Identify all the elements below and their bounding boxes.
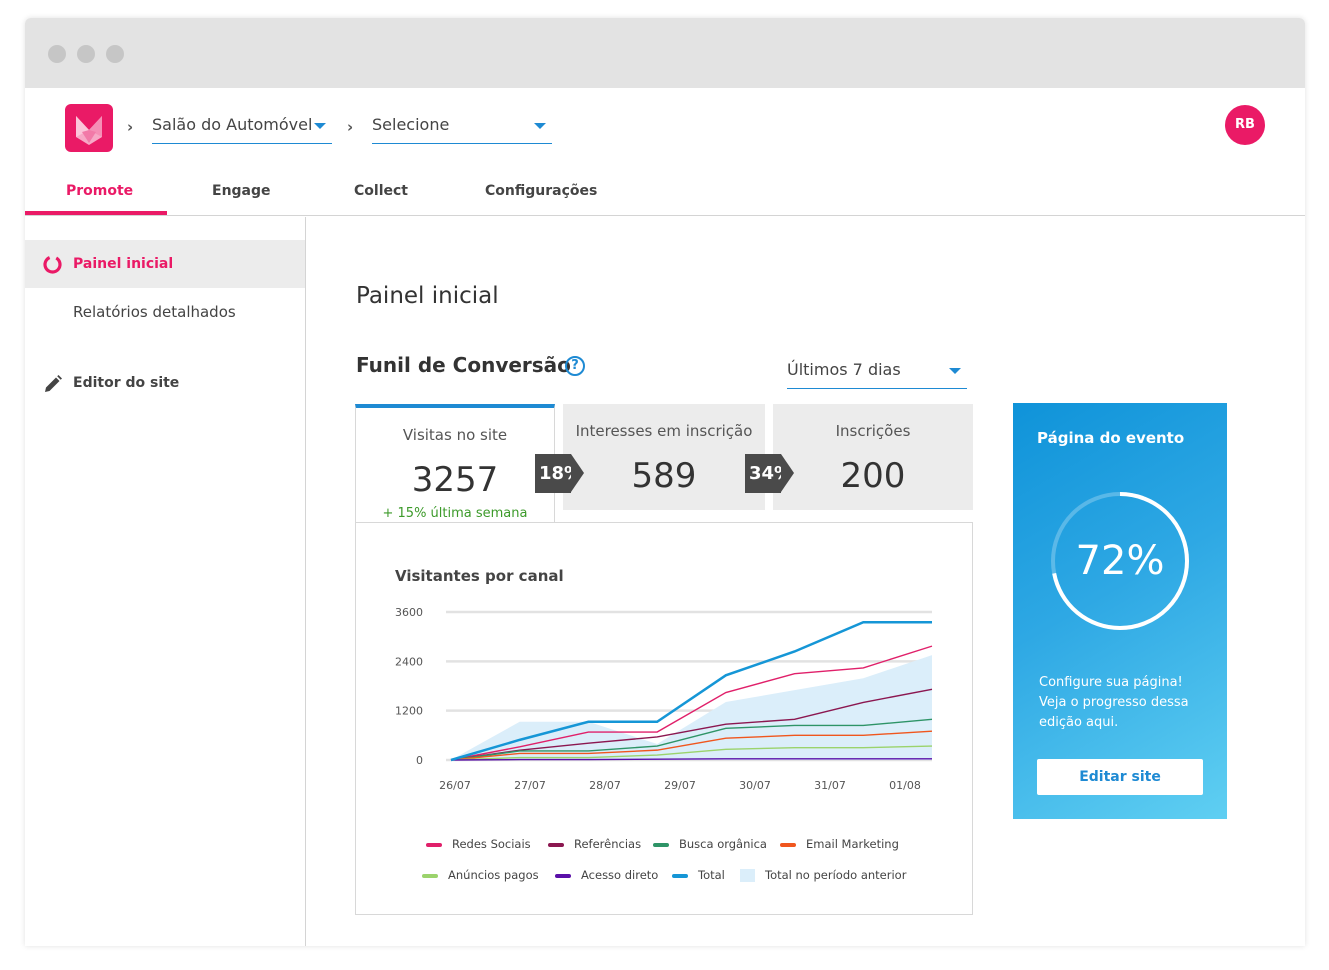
legend-swatch — [653, 842, 669, 847]
legend-label: Anúncios pagos — [448, 868, 539, 882]
legend-swatch — [426, 842, 442, 847]
funnel-card-interesses[interactable]: Interesses em inscrição 589 — [563, 404, 765, 510]
legend-item[interactable]: Referências — [548, 837, 641, 851]
edit-site-button[interactable]: Editar site — [1037, 759, 1203, 795]
legend-swatch — [740, 869, 755, 882]
sidebar-item-label: Relatórios detalhados — [73, 303, 236, 321]
period-select[interactable]: Últimos 7 dias — [787, 355, 967, 389]
user-avatar[interactable]: RB — [1225, 105, 1265, 145]
sidebar-item-label: Painel inicial — [73, 256, 174, 272]
line-chart: 0 1200 2400 3600 26/07 27/07 28/07 29/07 30/07 31… — [395, 606, 933, 792]
event-panel-description: Configure sua página! Veja o progresso d… — [1039, 675, 1189, 730]
breadcrumb-chevron-icon: › — [347, 118, 354, 136]
donut-icon — [43, 255, 62, 274]
event-select[interactable]: Salão do Automóvel — [152, 110, 332, 144]
x-tick-label: 26/07 — [439, 779, 471, 792]
x-tick-label: 31/07 — [814, 779, 846, 792]
y-tick-label: 2400 — [395, 655, 423, 668]
y-tick-label: 3600 — [395, 606, 423, 619]
legend-label: Email Marketing — [806, 837, 899, 851]
chevron-down-icon — [534, 123, 546, 129]
x-tick-label: 29/07 — [664, 779, 696, 792]
legend-item[interactable]: Acesso direto — [555, 868, 658, 882]
window-maximize-dot[interactable] — [106, 45, 124, 63]
funnel-card-title: Inscrições — [835, 422, 911, 440]
main-content: Painel inicial Funil de Conversão ? Últi… — [307, 217, 1305, 946]
legend-label: Busca orgânica — [679, 837, 767, 851]
sidebar-item-painel-inicial[interactable]: Painel inicial — [25, 240, 305, 288]
legend-item[interactable]: Total — [672, 868, 725, 882]
sidebar-item-editor-do-site[interactable]: Editor do site — [25, 359, 305, 407]
legend-label: Total — [698, 868, 725, 882]
pencil-icon — [45, 375, 62, 392]
legend-label: Redes Sociais — [452, 837, 531, 851]
window-close-dot[interactable] — [48, 45, 66, 63]
tab-engage[interactable]: Engage — [212, 183, 271, 199]
funnel-card-title: Visitas no site — [402, 426, 508, 444]
legend-item[interactable]: Busca orgânica — [653, 837, 767, 851]
active-tab-indicator — [25, 211, 167, 215]
window-titlebar — [25, 18, 1305, 88]
app-logo[interactable] — [65, 104, 113, 152]
sidebar-item-label: Editor do site — [73, 375, 180, 391]
sidebar: Painel inicial Relatórios detalhados Edi… — [25, 217, 306, 946]
legend-item[interactable]: Email Marketing — [780, 837, 899, 851]
event-select-value: Salão do Automóvel — [152, 115, 313, 134]
channel-chart-card: Visitantes por canal 0 1200 2400 3600 26/07 2… — [355, 522, 973, 915]
page-title: Painel inicial — [356, 283, 499, 309]
edition-select[interactable]: Selecione — [372, 110, 552, 144]
x-tick-label: 28/07 — [589, 779, 621, 792]
progress-percent: 72% — [1075, 538, 1165, 584]
breadcrumb-chevron-icon: › — [127, 118, 134, 136]
help-icon[interactable]: ? — [565, 356, 585, 376]
funnel-card-inscricoes[interactable]: Inscrições 200 — [773, 404, 973, 510]
funnel-card-delta: + 15% última semana — [382, 506, 528, 521]
legend-label: Referências — [574, 837, 642, 851]
fox-logo-icon — [76, 116, 102, 145]
conversion-rate-badge: 34% — [745, 454, 792, 493]
period-select-value: Últimos 7 dias — [787, 360, 901, 379]
conversion-rate-badge: 18% — [535, 454, 582, 493]
tab-collect[interactable]: Collect — [354, 183, 408, 199]
legend-swatch — [672, 873, 688, 878]
legend-label: Acesso direto — [581, 868, 659, 882]
funnel-card-value: 3257 — [411, 460, 499, 500]
legend-swatch — [548, 842, 564, 847]
legend-item[interactable]: Anúncios pagos — [422, 868, 539, 882]
x-tick-label: 30/07 — [739, 779, 771, 792]
browser-window: › Salão do Automóvel › Selecione RB Prom… — [25, 18, 1305, 946]
tab-promote[interactable]: Promote — [66, 183, 133, 199]
chevron-down-icon — [314, 123, 326, 129]
event-page-panel: Página do evento 72% Configure sua págin… — [1013, 403, 1227, 819]
app-header: › Salão do Automóvel › Selecione RB Prom… — [25, 88, 1305, 216]
funnel-title: Funil de Conversão — [356, 353, 571, 377]
chevron-down-icon — [949, 368, 961, 374]
funnel-card-value: 589 — [631, 456, 697, 496]
x-tick-label: 01/08 — [889, 779, 921, 792]
legend-swatch — [555, 873, 571, 878]
legend-label: Total no período anterior — [765, 868, 907, 882]
funnel-card-visitas[interactable]: Visitas no site 3257 + 15% última semana — [355, 404, 555, 525]
y-tick-label: 1200 — [395, 705, 423, 718]
legend-item[interactable]: Redes Sociais — [426, 837, 531, 851]
y-tick-label: 0 — [416, 754, 423, 767]
window-minimize-dot[interactable] — [77, 45, 95, 63]
arrow-right-icon — [781, 454, 794, 492]
funnel-card-value: 200 — [840, 456, 906, 496]
legend-swatch — [422, 873, 438, 878]
x-tick-label: 27/07 — [514, 779, 546, 792]
edition-select-value: Selecione — [372, 115, 450, 134]
arrow-right-icon — [571, 454, 584, 492]
legend-item[interactable]: Total no período anterior — [740, 868, 906, 882]
legend-swatch — [780, 842, 796, 847]
sidebar-item-relatorios[interactable]: Relatórios detalhados — [25, 288, 305, 336]
event-panel-title: Página do evento — [1037, 429, 1185, 447]
tab-configuracoes[interactable]: Configurações — [485, 183, 597, 199]
funnel-card-title: Interesses em inscrição — [575, 422, 753, 440]
